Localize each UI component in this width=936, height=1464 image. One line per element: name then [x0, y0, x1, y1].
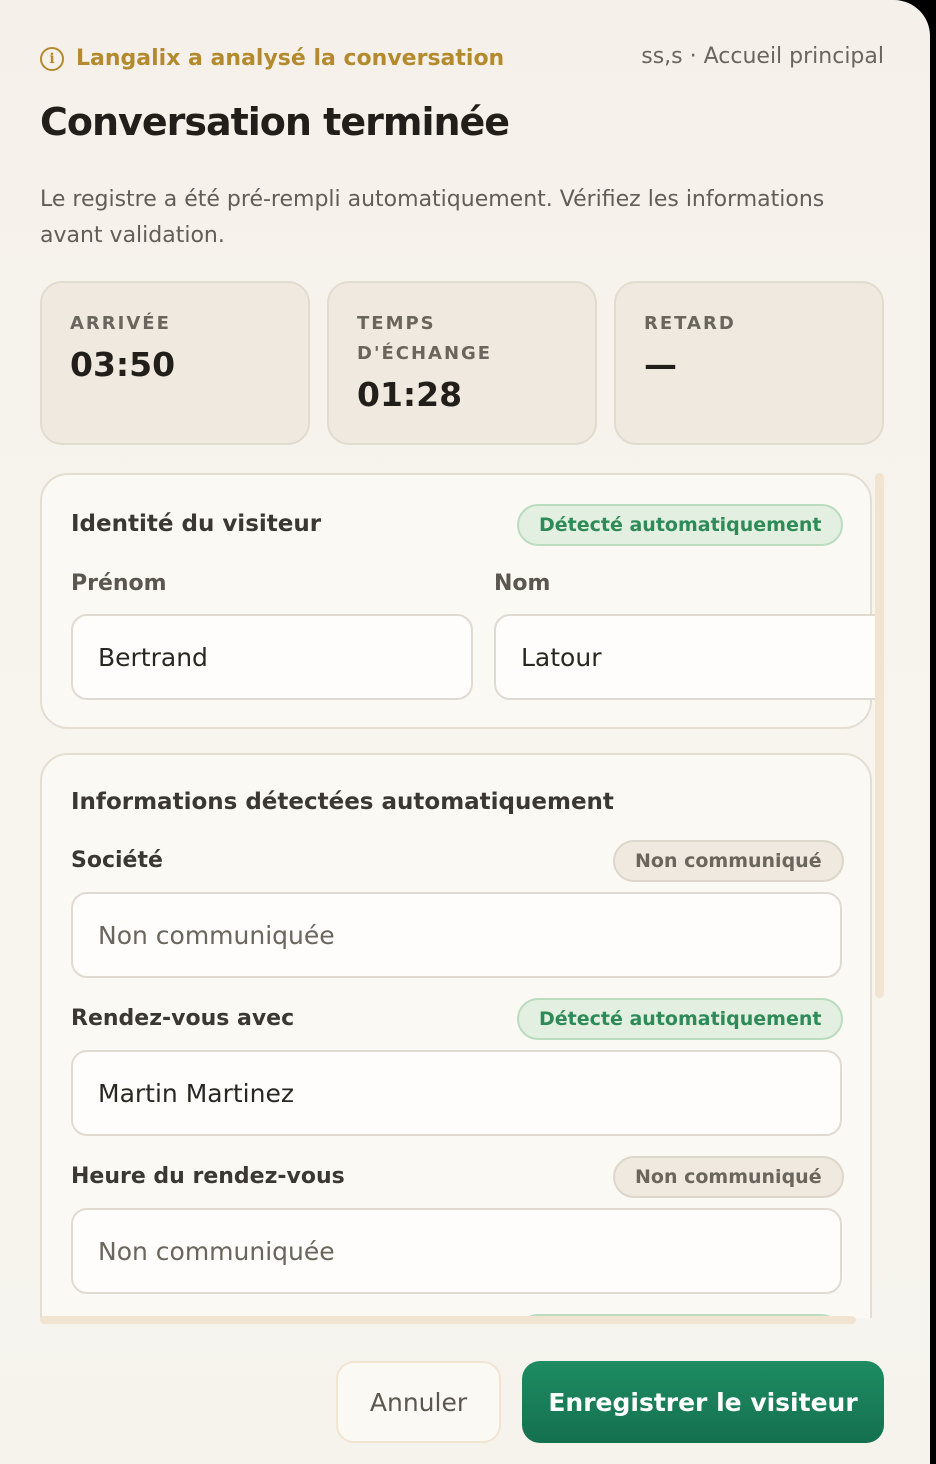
visitor-register-panel: i Langalix a analysé la conversation ss,… — [0, 0, 930, 1464]
header-topline: i Langalix a analysé la conversation ss,… — [40, 44, 884, 78]
stat-arrival-value: 03:50 — [70, 345, 176, 384]
stat-delay-label: RETARD — [644, 313, 736, 334]
form-scroll-area[interactable]: Identité du visiteur Détecté automatique… — [40, 473, 878, 1318]
company-label: Société — [71, 848, 163, 873]
stats-row: ARRIVÉE 03:50 TEMPS D'ÉCHANGE 01:28 RETA… — [40, 281, 884, 445]
appointment-time-input[interactable] — [71, 1208, 842, 1294]
stat-exchange-time-label: TEMPS D'ÉCHANGE — [357, 313, 493, 364]
analysis-status: i Langalix a analysé la conversation — [40, 46, 504, 71]
appointment-with-label: Rendez-vous avec — [71, 1006, 295, 1031]
visitor-identity-card: Identité du visiteur Détecté automatique… — [40, 473, 878, 729]
first-name-label: Prénom — [71, 571, 167, 596]
analysis-text: Langalix a analysé la conversation — [76, 46, 505, 71]
location-label: ss,s · Accueil principal — [641, 44, 884, 69]
identity-auto-badge: Détecté automatiquement — [517, 504, 844, 546]
first-name-input[interactable] — [71, 614, 473, 700]
detected-info-title: Informations détectées automatiquement — [71, 789, 614, 815]
appointment-time-label: Heure du rendez-vous — [71, 1164, 345, 1189]
company-input[interactable] — [71, 892, 842, 978]
company-status-badge: Non communiqué — [613, 840, 844, 882]
page-subtitle: Le registre a été pré-rempli automatique… — [40, 187, 825, 248]
page-title: Conversation terminée — [40, 100, 510, 144]
horizontal-scrollbar[interactable] — [40, 1316, 856, 1324]
stat-delay: RETARD — — [614, 281, 884, 445]
last-name-input[interactable] — [494, 614, 878, 700]
info-icon: i — [40, 46, 64, 71]
identity-title: Identité du visiteur — [71, 511, 322, 537]
stat-arrival-label: ARRIVÉE — [70, 313, 171, 334]
last-name-label: Nom — [494, 571, 551, 596]
stat-arrival: ARRIVÉE 03:50 — [40, 281, 310, 445]
stat-exchange-time: TEMPS D'ÉCHANGE 01:28 — [327, 281, 597, 445]
vertical-scrollbar[interactable] — [875, 473, 884, 998]
stat-delay-value: — — [644, 345, 677, 384]
cancel-button[interactable]: Annuler — [336, 1361, 501, 1443]
appointment-with-input[interactable] — [71, 1050, 842, 1136]
detected-info-card: Informations détectées automatiquement S… — [40, 753, 872, 1318]
appointment-with-auto-badge: Détecté automatiquement — [517, 998, 844, 1040]
stat-exchange-time-value: 01:28 — [357, 375, 463, 414]
appointment-time-status-badge: Non communiqué — [613, 1156, 844, 1198]
save-visitor-button[interactable]: Enregistrer le visiteur — [522, 1361, 884, 1443]
